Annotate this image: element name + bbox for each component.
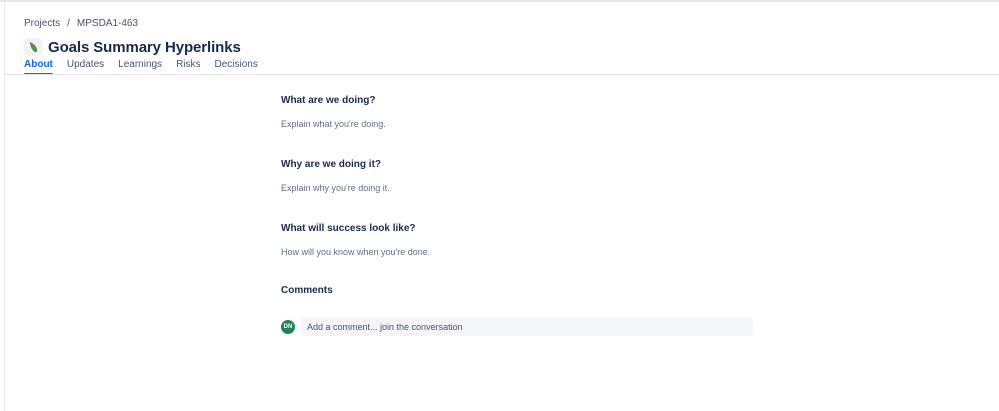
section-what: What are we doing? Explain what you're d…: [281, 94, 386, 130]
tab-bar: About Updates Learnings Risks Decisions: [24, 58, 272, 75]
top-border: [0, 0, 999, 2]
left-border: [4, 2, 5, 411]
section-heading-success: What will success look like?: [281, 223, 416, 234]
breadcrumb: Projects / MPSDA1-463: [24, 17, 984, 29]
tabs-divider: [5, 74, 999, 75]
section-heading-what: What are we doing?: [281, 95, 376, 106]
comment-composer: DN Add a comment... join the conversatio…: [281, 317, 754, 336]
page-header: Projects / MPSDA1-463 Goals Summary Hype…: [24, 17, 984, 57]
comments-heading: Comments: [281, 285, 333, 296]
section-why: Why are we doing it? Explain why you're …: [281, 158, 390, 194]
tab-decisions[interactable]: Decisions: [215, 58, 258, 75]
tab-about[interactable]: About: [24, 58, 53, 75]
tab-learnings[interactable]: Learnings: [118, 58, 162, 75]
section-input-what[interactable]: Explain what you're doing.: [281, 118, 386, 130]
tab-updates[interactable]: Updates: [67, 58, 104, 75]
tab-risks[interactable]: Risks: [176, 58, 200, 75]
breadcrumb-separator: /: [67, 17, 70, 29]
leaf-icon[interactable]: [24, 38, 42, 56]
comment-input[interactable]: Add a comment... join the conversation: [301, 317, 753, 336]
breadcrumb-item-project-key[interactable]: MPSDA1-463: [77, 18, 138, 29]
avatar[interactable]: DN: [281, 319, 295, 334]
section-heading-why: Why are we doing it?: [281, 159, 382, 170]
section-success: What will success look like? How will yo…: [281, 222, 430, 258]
title-row: Goals Summary Hyperlinks: [24, 37, 984, 57]
section-input-success[interactable]: How will you know when you're done.: [281, 246, 430, 258]
page-title: Goals Summary Hyperlinks: [48, 38, 241, 56]
section-input-why[interactable]: Explain why you're doing it.: [281, 182, 390, 194]
breadcrumb-item-projects[interactable]: Projects: [24, 18, 60, 29]
